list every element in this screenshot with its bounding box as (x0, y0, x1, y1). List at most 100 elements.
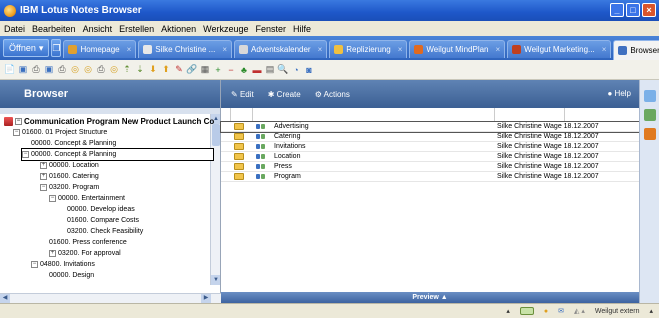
tree-horizontal-scrollbar[interactable]: ◀ ▶ (0, 293, 221, 303)
new-icon[interactable]: 📄 (4, 64, 16, 76)
tab-marketing[interactable]: Weilgut Marketing... × (507, 40, 612, 58)
status-arrow-icon[interactable]: ▴ (506, 307, 510, 315)
sort-desc-icon[interactable]: ⇣ (134, 64, 146, 76)
online-status-icon[interactable] (519, 307, 534, 315)
help-button[interactable]: ● Help (607, 89, 631, 98)
collapse-icon[interactable]: − (31, 261, 38, 268)
sort-asc-icon[interactable]: ⇡ (121, 64, 133, 76)
sync-icon[interactable]: ⎙ (95, 64, 107, 76)
refresh-icon[interactable]: ◎ (82, 64, 94, 76)
menu-bearbeiten[interactable]: Bearbeiten (32, 24, 76, 34)
close-tab-icon[interactable]: × (496, 45, 501, 54)
up-arrow-icon[interactable]: ⬆ (160, 64, 172, 76)
properties-icon[interactable]: ◎ (69, 64, 81, 76)
tab-mindplan[interactable]: Weilgut MindPlan × (409, 40, 506, 58)
expand-icon[interactable]: + (40, 173, 47, 180)
tree-item[interactable]: −01600. 01 Project Structure (13, 127, 107, 138)
collapse-icon[interactable]: − (49, 195, 56, 202)
binoculars-icon[interactable]: 🔍 (277, 64, 289, 76)
tree-item[interactable]: +03200. For approval (49, 248, 121, 259)
scroll-thumb[interactable] (212, 124, 220, 146)
scroll-right-icon[interactable]: ▶ (201, 294, 211, 303)
tab-calendar[interactable]: Adventskalender × (233, 40, 328, 58)
day-at-a-glance-icon[interactable] (644, 109, 656, 121)
tree-item[interactable]: −00000. Entertainment (49, 193, 125, 204)
tree-item[interactable]: −00000. Concept & Planning (21, 148, 214, 161)
tab-mail[interactable]: Silke Christine ... × (138, 40, 232, 58)
down-arrow-icon[interactable]: ⬇ (147, 64, 159, 76)
show-windows-button[interactable]: ❐ (51, 39, 62, 57)
print-icon[interactable]: ⎙ (30, 64, 42, 76)
open-button[interactable]: Öffnen ▾ (3, 39, 50, 57)
tree-item[interactable]: −03200. Program (40, 182, 99, 193)
tree-item[interactable]: −04800. Invitations (31, 259, 95, 270)
collapse-icon[interactable]: − (15, 118, 22, 125)
tree-icon[interactable]: ♣ (238, 64, 250, 76)
expand-icon[interactable]: + (49, 250, 56, 257)
actions-menu[interactable]: ⚙ Actions (315, 90, 350, 99)
mail-status-icon[interactable]: ✉ (558, 307, 564, 315)
tree-item[interactable]: 00000. Develop ideas (67, 204, 135, 215)
tree-item[interactable]: 01600. Press conference (49, 237, 127, 248)
column-header-icon[interactable] (231, 108, 253, 121)
close-tab-icon[interactable]: × (127, 45, 132, 54)
minus-icon[interactable]: ▬ (251, 64, 263, 76)
document-row[interactable]: Location Silke Christine Wage 18.12.2007 (221, 152, 639, 162)
search-icon[interactable] (644, 90, 656, 102)
scroll-down-icon[interactable]: ▼ (211, 275, 220, 285)
cube-icon[interactable]: ◙ (303, 64, 315, 76)
minimize-button[interactable]: _ (610, 3, 624, 17)
link-icon[interactable]: 🔗 (186, 64, 198, 76)
collapse-icon[interactable]: − (40, 184, 47, 191)
grid-icon[interactable]: ▤ (264, 64, 276, 76)
tree-item[interactable]: 03200. Check Feasibility (67, 226, 143, 237)
tree-item[interactable]: − Communication Program New Product Launc… (4, 116, 214, 127)
save-icon[interactable]: ▣ (17, 64, 29, 76)
create-action[interactable]: ✱ Create (268, 90, 301, 99)
close-button[interactable]: × (642, 3, 656, 17)
calendar-icon[interactable]: ▦ (199, 64, 211, 76)
column-header-author[interactable] (495, 108, 565, 121)
tab-home[interactable]: Homepage × (63, 40, 137, 58)
tree-item[interactable]: +01600. Catering (40, 171, 99, 182)
maximize-button[interactable]: □ (626, 3, 640, 17)
collapse-icon[interactable]: − (13, 129, 20, 136)
close-tab-icon[interactable]: × (602, 45, 607, 54)
save-all-icon[interactable]: ▣ (43, 64, 55, 76)
column-header-marker[interactable] (221, 108, 231, 121)
expand-icon[interactable]: + (40, 162, 47, 169)
tree-vertical-scrollbar[interactable]: ▲ ▼ (210, 114, 220, 285)
tree-item[interactable]: +00000. Location (40, 160, 99, 171)
edit-action[interactable]: ✎ Edit (231, 90, 254, 99)
location-chevron-icon[interactable]: ▴ (649, 307, 653, 315)
location-label[interactable]: Weilgut extern (595, 308, 640, 315)
target-icon[interactable]: ◎ (108, 64, 120, 76)
close-tab-icon[interactable]: × (318, 45, 323, 54)
chart-icon[interactable]: ◔ (290, 64, 302, 76)
add-icon[interactable]: + (212, 64, 224, 76)
tab-browser[interactable]: Browser× (613, 40, 659, 60)
document-row[interactable]: Catering Silke Christine Wage 18.12.2007 (221, 132, 639, 142)
scroll-left-icon[interactable]: ◀ (0, 294, 10, 303)
tab-replicate[interactable]: Replizierung × (329, 40, 408, 58)
menu-werkzeuge[interactable]: Werkzeuge (203, 24, 248, 34)
document-row[interactable]: Program Silke Christine Wage 18.12.2007 (221, 172, 639, 182)
document-row[interactable]: Invitations Silke Christine Wage 18.12.20… (221, 142, 639, 152)
feeds-icon[interactable] (644, 128, 656, 140)
status-dot-icon[interactable]: ● (544, 308, 548, 315)
collapse-icon[interactable]: − (22, 151, 29, 158)
document-row[interactable]: Advertising Silke Christine Wage 18.12.20… (220, 121, 640, 133)
replication-status-icon[interactable]: ◭ ▴ (574, 307, 585, 315)
tree-item[interactable]: 00000. Concept & Planning (31, 138, 116, 149)
tree-item[interactable]: 00000. Design (49, 270, 94, 281)
menu-hilfe[interactable]: Hilfe (293, 24, 311, 34)
preview-toggle[interactable]: Preview ▲ (221, 292, 639, 303)
print-preview-icon[interactable]: ⎙ (56, 64, 68, 76)
tag-icon[interactable]: ✎ (173, 64, 185, 76)
close-tab-icon[interactable]: × (222, 45, 227, 54)
close-tab-icon[interactable]: × (398, 45, 403, 54)
remove-icon[interactable]: − (225, 64, 237, 76)
menu-datei[interactable]: Datei (4, 24, 25, 34)
document-row[interactable]: Press Silke Christine Wage 18.12.2007 (221, 162, 639, 172)
menu-fenster[interactable]: Fenster (255, 24, 286, 34)
